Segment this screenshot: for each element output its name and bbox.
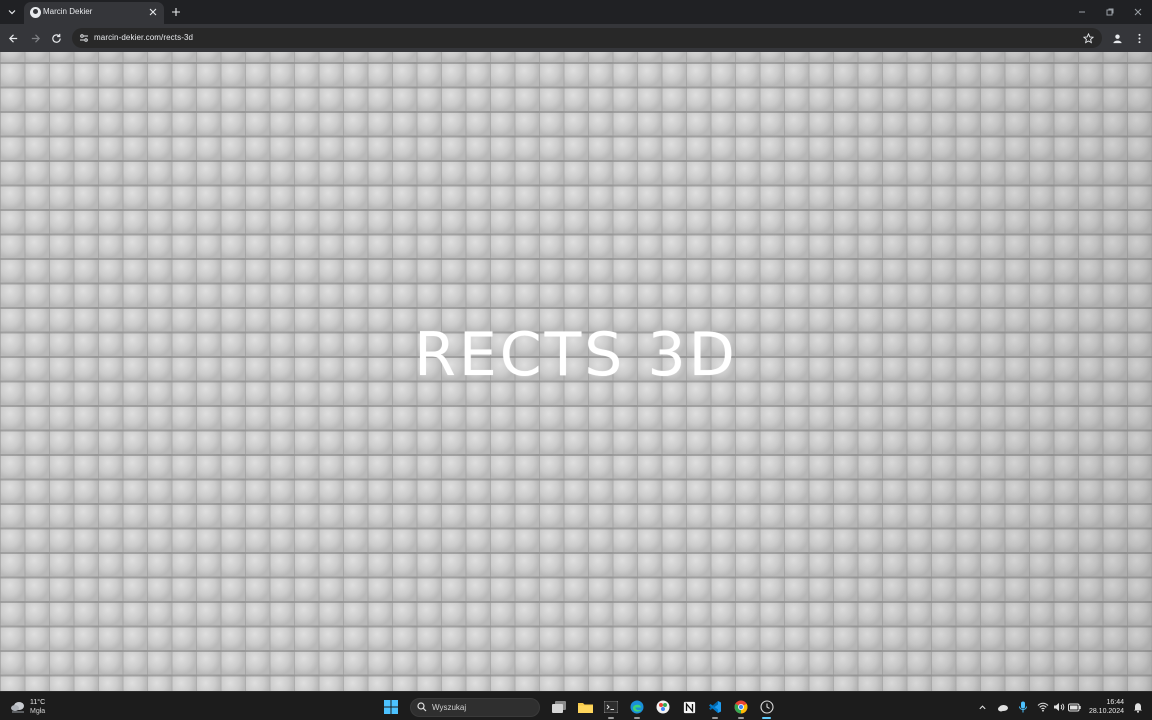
arrow-right-icon	[31, 33, 40, 43]
clock-time: 16:44	[1106, 699, 1124, 706]
clock-globe-icon	[760, 700, 774, 714]
color-wheel-icon	[656, 700, 670, 714]
reload-button[interactable]	[47, 29, 65, 47]
wifi-icon[interactable]	[1035, 699, 1051, 715]
tab-strip: Marcin Dekier	[0, 0, 1152, 24]
running-indicator	[738, 717, 744, 719]
microphone-icon[interactable]	[1015, 699, 1031, 715]
site-info-icon[interactable]	[78, 32, 90, 44]
vscode-icon	[709, 701, 721, 713]
tab-title: Marcin Dekier	[43, 7, 93, 16]
volume-icon[interactable]	[1051, 699, 1067, 715]
browser-tab[interactable]: Marcin Dekier	[24, 2, 164, 24]
windows-logo-icon	[384, 700, 398, 714]
terminal-app[interactable]	[600, 696, 622, 719]
profile-button[interactable]	[1108, 29, 1126, 47]
tab-close-button[interactable]	[147, 6, 159, 18]
start-button[interactable]	[380, 696, 402, 718]
taskbar-clock[interactable]: 16:44 28.10.2024	[1089, 698, 1124, 716]
taskbar: 11°C Mgła Wyszukaj 16:44 28.10.2024	[0, 691, 1152, 720]
tray-overflow-button[interactable]	[975, 699, 991, 715]
restore-button[interactable]	[1096, 0, 1124, 24]
page-title: RECTS 3D	[414, 320, 738, 390]
minimize-button[interactable]	[1068, 0, 1096, 24]
folder-icon	[577, 703, 593, 713]
close-icon	[149, 8, 157, 16]
tab-search-button[interactable]	[4, 4, 20, 20]
file-explorer-app[interactable]	[574, 696, 596, 718]
running-indicator	[712, 717, 718, 719]
weather-widget[interactable]: 11°C Mgła	[10, 696, 45, 718]
menu-button[interactable]	[1130, 29, 1148, 47]
task-view-button[interactable]	[548, 696, 570, 718]
arrow-left-icon	[8, 33, 17, 43]
system-tray: 16:44 28.10.2024	[975, 695, 1152, 719]
back-button[interactable]	[4, 29, 22, 47]
notion-app[interactable]	[678, 696, 700, 718]
minimize-icon	[1079, 11, 1085, 13]
person-icon	[1112, 33, 1122, 43]
weather-condition: Mgła	[30, 708, 46, 715]
chrome-app[interactable]	[730, 696, 752, 719]
plus-icon	[172, 8, 180, 16]
taskbar-search[interactable]: Wyszukaj	[410, 697, 540, 717]
window-controls	[1068, 0, 1152, 24]
address-bar[interactable]: marcin-dekier.com/rects-3d	[72, 28, 1102, 48]
reload-icon	[51, 33, 61, 43]
close-window-button[interactable]	[1124, 0, 1152, 24]
address-url[interactable]: marcin-dekier.com/rects-3d	[94, 33, 193, 42]
close-icon	[1134, 8, 1142, 16]
running-indicator	[634, 717, 640, 719]
search-placeholder: Wyszukaj	[432, 702, 467, 712]
clock-date: 28.10.2024	[1088, 708, 1124, 715]
edge-app[interactable]	[626, 696, 648, 719]
chrome-icon	[734, 700, 748, 714]
more-vert-icon	[1137, 33, 1141, 43]
active-app[interactable]	[756, 696, 778, 719]
browser-toolbar: marcin-dekier.com/rects-3d	[0, 24, 1152, 52]
site-favicon-icon	[30, 7, 41, 18]
weather-temperature: 11°C	[30, 699, 46, 706]
taskbar-apps: Wyszukaj	[380, 695, 778, 719]
page-viewport[interactable]: RECTS 3D	[0, 52, 1152, 691]
color-picker-app[interactable]	[652, 696, 674, 718]
search-icon	[417, 702, 427, 712]
restore-icon	[1106, 8, 1114, 16]
edge-icon	[630, 700, 644, 714]
new-tab-button[interactable]	[168, 4, 184, 20]
vscode-app[interactable]	[704, 696, 726, 719]
task-view-icon	[552, 701, 566, 713]
active-indicator	[762, 717, 771, 719]
onedrive-icon[interactable]	[995, 699, 1011, 715]
terminal-icon	[604, 701, 618, 713]
notion-icon	[682, 700, 696, 714]
chevron-down-icon	[8, 10, 16, 15]
bookmark-star-icon[interactable]	[1082, 32, 1094, 44]
chevron-up-icon	[979, 704, 987, 709]
notification-bell-icon[interactable]	[1130, 699, 1146, 715]
battery-icon[interactable]	[1067, 699, 1083, 715]
running-indicator	[608, 717, 614, 719]
cloud-icon	[10, 700, 26, 714]
forward-button[interactable]	[26, 29, 44, 47]
